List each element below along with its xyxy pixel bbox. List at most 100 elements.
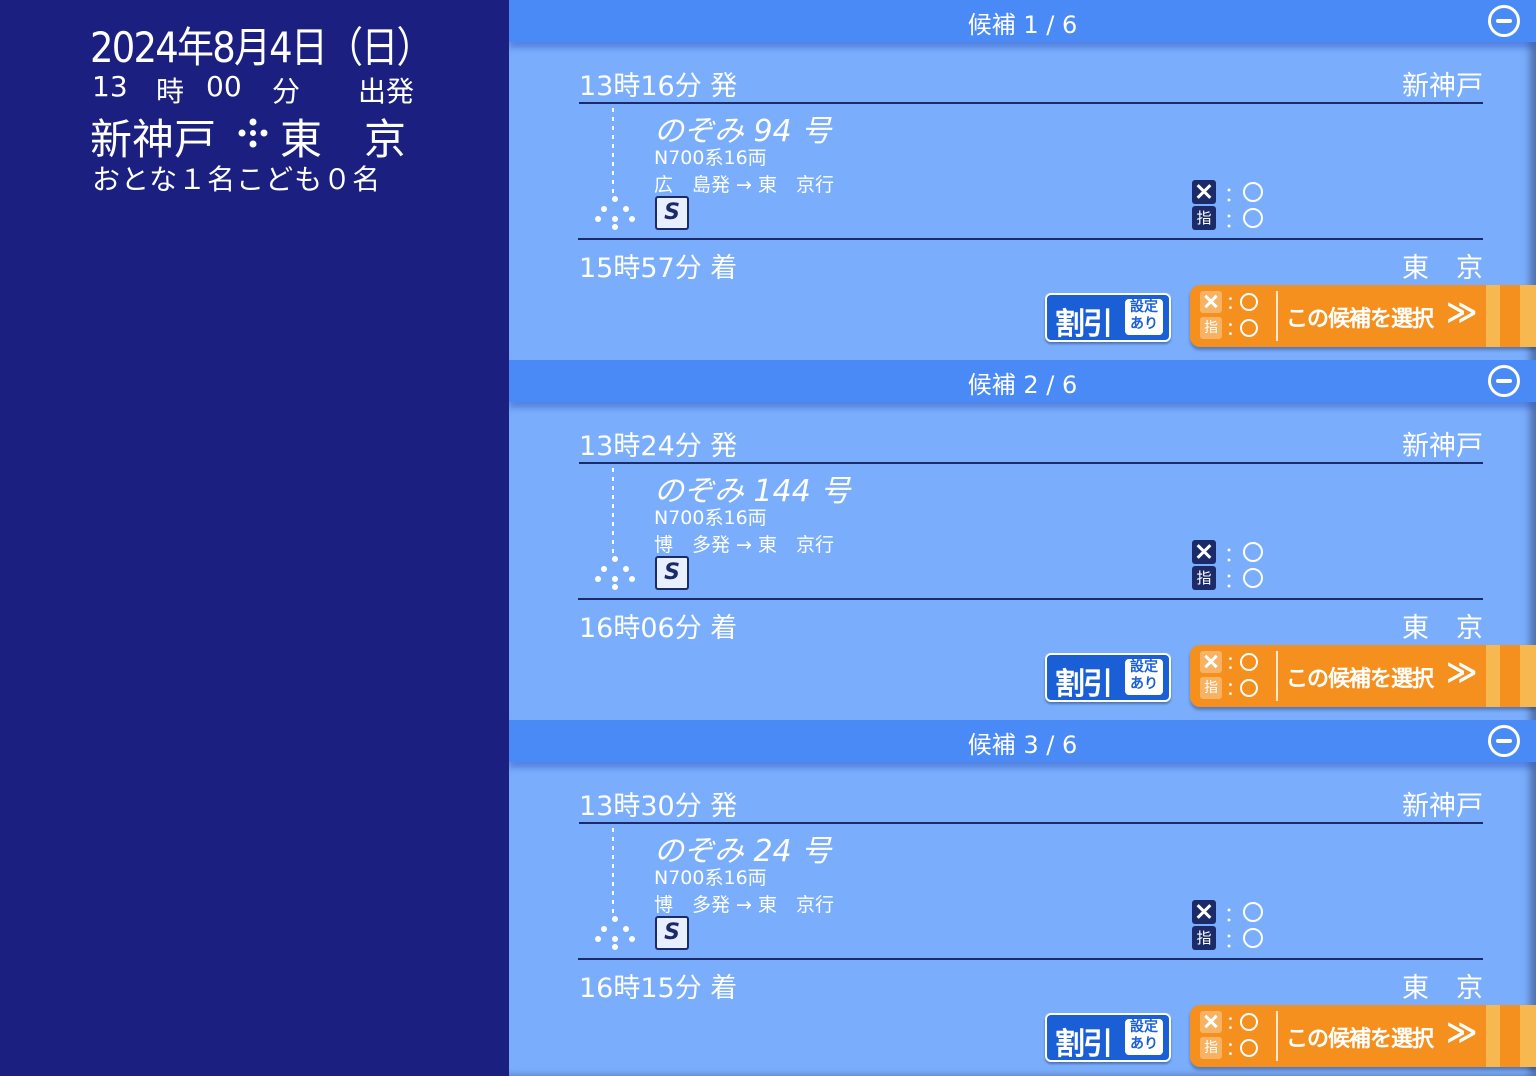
non-reserved-seat-icon	[1192, 180, 1216, 204]
available-circle-icon	[1240, 653, 1258, 671]
available-circle-icon	[1243, 902, 1263, 922]
arrow-head-icon	[595, 196, 635, 230]
minute-value: 00	[206, 70, 242, 103]
candidate-title: 候補 3 / 6	[967, 731, 1078, 759]
discount-button[interactable]: 割引 設定あり	[1045, 293, 1171, 342]
search-summary-panel: 2024年8月4日（日） 13 時 00 分 出発 新神戸 東 京 おとな１名こ…	[0, 0, 509, 1076]
seat-colon: ：	[1224, 182, 1244, 206]
available-circle-icon	[1240, 319, 1258, 337]
arrival-station: 東 京	[1402, 613, 1483, 644]
departure-station: 新神戸	[1402, 431, 1483, 462]
divider	[1276, 1011, 1278, 1061]
double-chevron-right-icon: ≫	[1446, 1015, 1478, 1050]
discount-sub-label: 設定あり	[1125, 299, 1163, 335]
seat-mini-status: ： 指：	[1196, 1009, 1274, 1063]
departure-row: 13時16分 発 新神戸	[579, 62, 1483, 104]
arrival-time: 15時57分 着	[579, 253, 738, 284]
non-reserved-seat-availability: ：	[1192, 540, 1272, 566]
button-edge	[1486, 645, 1500, 707]
reserved-seat-availability: 指 ：	[1192, 926, 1272, 952]
divider	[1276, 291, 1278, 341]
non-reserved-seat-availability: ：	[1192, 900, 1272, 926]
candidate-title: 候補 2 / 6	[967, 371, 1078, 399]
departure-time: 13時30分 発	[579, 791, 738, 822]
minus-circle-icon[interactable]	[1488, 5, 1520, 37]
arrival-time: 16時15分 着	[579, 973, 738, 1004]
train-cars: N700系16両	[654, 147, 767, 169]
button-edge	[1520, 285, 1536, 347]
select-candidate-button[interactable]: ： 指： この候補を選択 ≫	[1190, 645, 1536, 707]
departure-time: 13時24分 発	[579, 431, 738, 462]
train-route: 博 多発 → 東 京行	[654, 534, 834, 556]
discount-sub-label: 設定あり	[1125, 1019, 1163, 1055]
reserved-seat-icon: 指	[1200, 677, 1222, 699]
departure-row: 13時30分 発 新神戸	[579, 782, 1483, 824]
button-edge	[1520, 645, 1536, 707]
arrival-station: 東 京	[1402, 253, 1483, 284]
s-work-icon: S	[655, 556, 689, 590]
train-cars: N700系16両	[654, 867, 767, 889]
reserved-seat-icon: 指	[1192, 566, 1216, 590]
reserved-seat-availability: 指 ：	[1192, 206, 1272, 232]
seat-mini-status: ： 指：	[1196, 289, 1274, 343]
available-circle-icon	[1240, 1039, 1258, 1057]
button-edge	[1520, 1005, 1536, 1067]
arrival-row: 16時15分 着 東 京	[579, 964, 1483, 1004]
time-mode: 出発	[358, 75, 415, 108]
available-circle-icon	[1240, 293, 1258, 311]
candidate-header[interactable]: 候補 3 / 6	[509, 720, 1536, 762]
discount-button[interactable]: 割引 設定あり	[1045, 653, 1171, 702]
passenger-count: おとな１名こども０名	[92, 163, 382, 196]
non-reserved-seat-availability: ：	[1192, 180, 1272, 206]
discount-label: 割引	[1055, 667, 1113, 702]
reserved-seat-icon: 指	[1192, 926, 1216, 950]
departure-station: 新神戸	[1402, 791, 1483, 822]
discount-label: 割引	[1055, 1027, 1113, 1062]
select-candidate-button[interactable]: ： 指： この候補を選択 ≫	[1190, 285, 1536, 347]
double-chevron-right-icon: ≫	[1446, 295, 1478, 330]
discount-label: 割引	[1055, 307, 1113, 342]
non-reserved-seat-icon	[1192, 900, 1216, 924]
four-dot-diamond-icon	[238, 118, 268, 148]
divider	[578, 958, 1483, 960]
hour-value: 13	[92, 70, 128, 103]
select-label: この候補を選択	[1286, 1027, 1434, 1052]
divider	[578, 598, 1483, 600]
available-circle-icon	[1240, 679, 1258, 697]
departure-row: 13時24分 発 新神戸	[579, 422, 1483, 464]
minus-circle-icon[interactable]	[1488, 725, 1520, 757]
candidate-header[interactable]: 候補 2 / 6	[509, 360, 1536, 402]
divider	[578, 238, 1483, 240]
button-edge	[1486, 1005, 1500, 1067]
double-chevron-right-icon: ≫	[1446, 655, 1478, 690]
route-summary: 新神戸 東 京	[90, 106, 420, 164]
candidate-card: 候補 3 / 6 13時30分 発 新神戸 のぞみ 24 号 N700系16両 …	[509, 720, 1536, 1076]
non-reserved-seat-icon	[1200, 651, 1222, 673]
dotted-down-arrow-icon	[612, 108, 614, 200]
non-reserved-seat-icon	[1200, 1011, 1222, 1033]
departure-time: 13時16分 発	[579, 71, 738, 102]
departure-station: 新神戸	[1402, 71, 1483, 102]
s-work-icon: S	[655, 196, 689, 230]
seat-colon: ：	[1224, 542, 1244, 566]
discount-button[interactable]: 割引 設定あり	[1045, 1013, 1171, 1062]
arrival-time: 16時06分 着	[579, 613, 738, 644]
non-reserved-seat-icon	[1200, 291, 1222, 313]
candidate-card: 候補 2 / 6 13時24分 発 新神戸 のぞみ 144 号 N700系16両…	[509, 360, 1536, 719]
select-candidate-button[interactable]: ： 指： この候補を選択 ≫	[1190, 1005, 1536, 1067]
minus-circle-icon[interactable]	[1488, 365, 1520, 397]
reserved-seat-icon: 指	[1200, 1037, 1222, 1059]
departure-time-row: 13 時 00 分 出発	[92, 70, 417, 108]
dotted-down-arrow-icon	[612, 468, 614, 560]
candidate-header[interactable]: 候補 1 / 6	[509, 0, 1536, 42]
arrow-head-icon	[595, 556, 635, 590]
discount-sub-label: 設定あり	[1125, 659, 1163, 695]
candidate-list[interactable]: 候補 1 / 6 13時16分 発 新神戸 のぞみ 94 号 N700系16両 …	[509, 0, 1536, 1076]
seat-colon: ：	[1224, 568, 1244, 592]
seat-colon: ：	[1224, 928, 1244, 952]
train-route: 広 島発 → 東 京行	[654, 174, 834, 196]
available-circle-icon	[1243, 928, 1263, 948]
minute-unit: 分	[272, 75, 301, 108]
train-route: 博 多発 → 東 京行	[654, 894, 834, 916]
travel-date: 2024年8月4日（日）	[90, 23, 434, 72]
